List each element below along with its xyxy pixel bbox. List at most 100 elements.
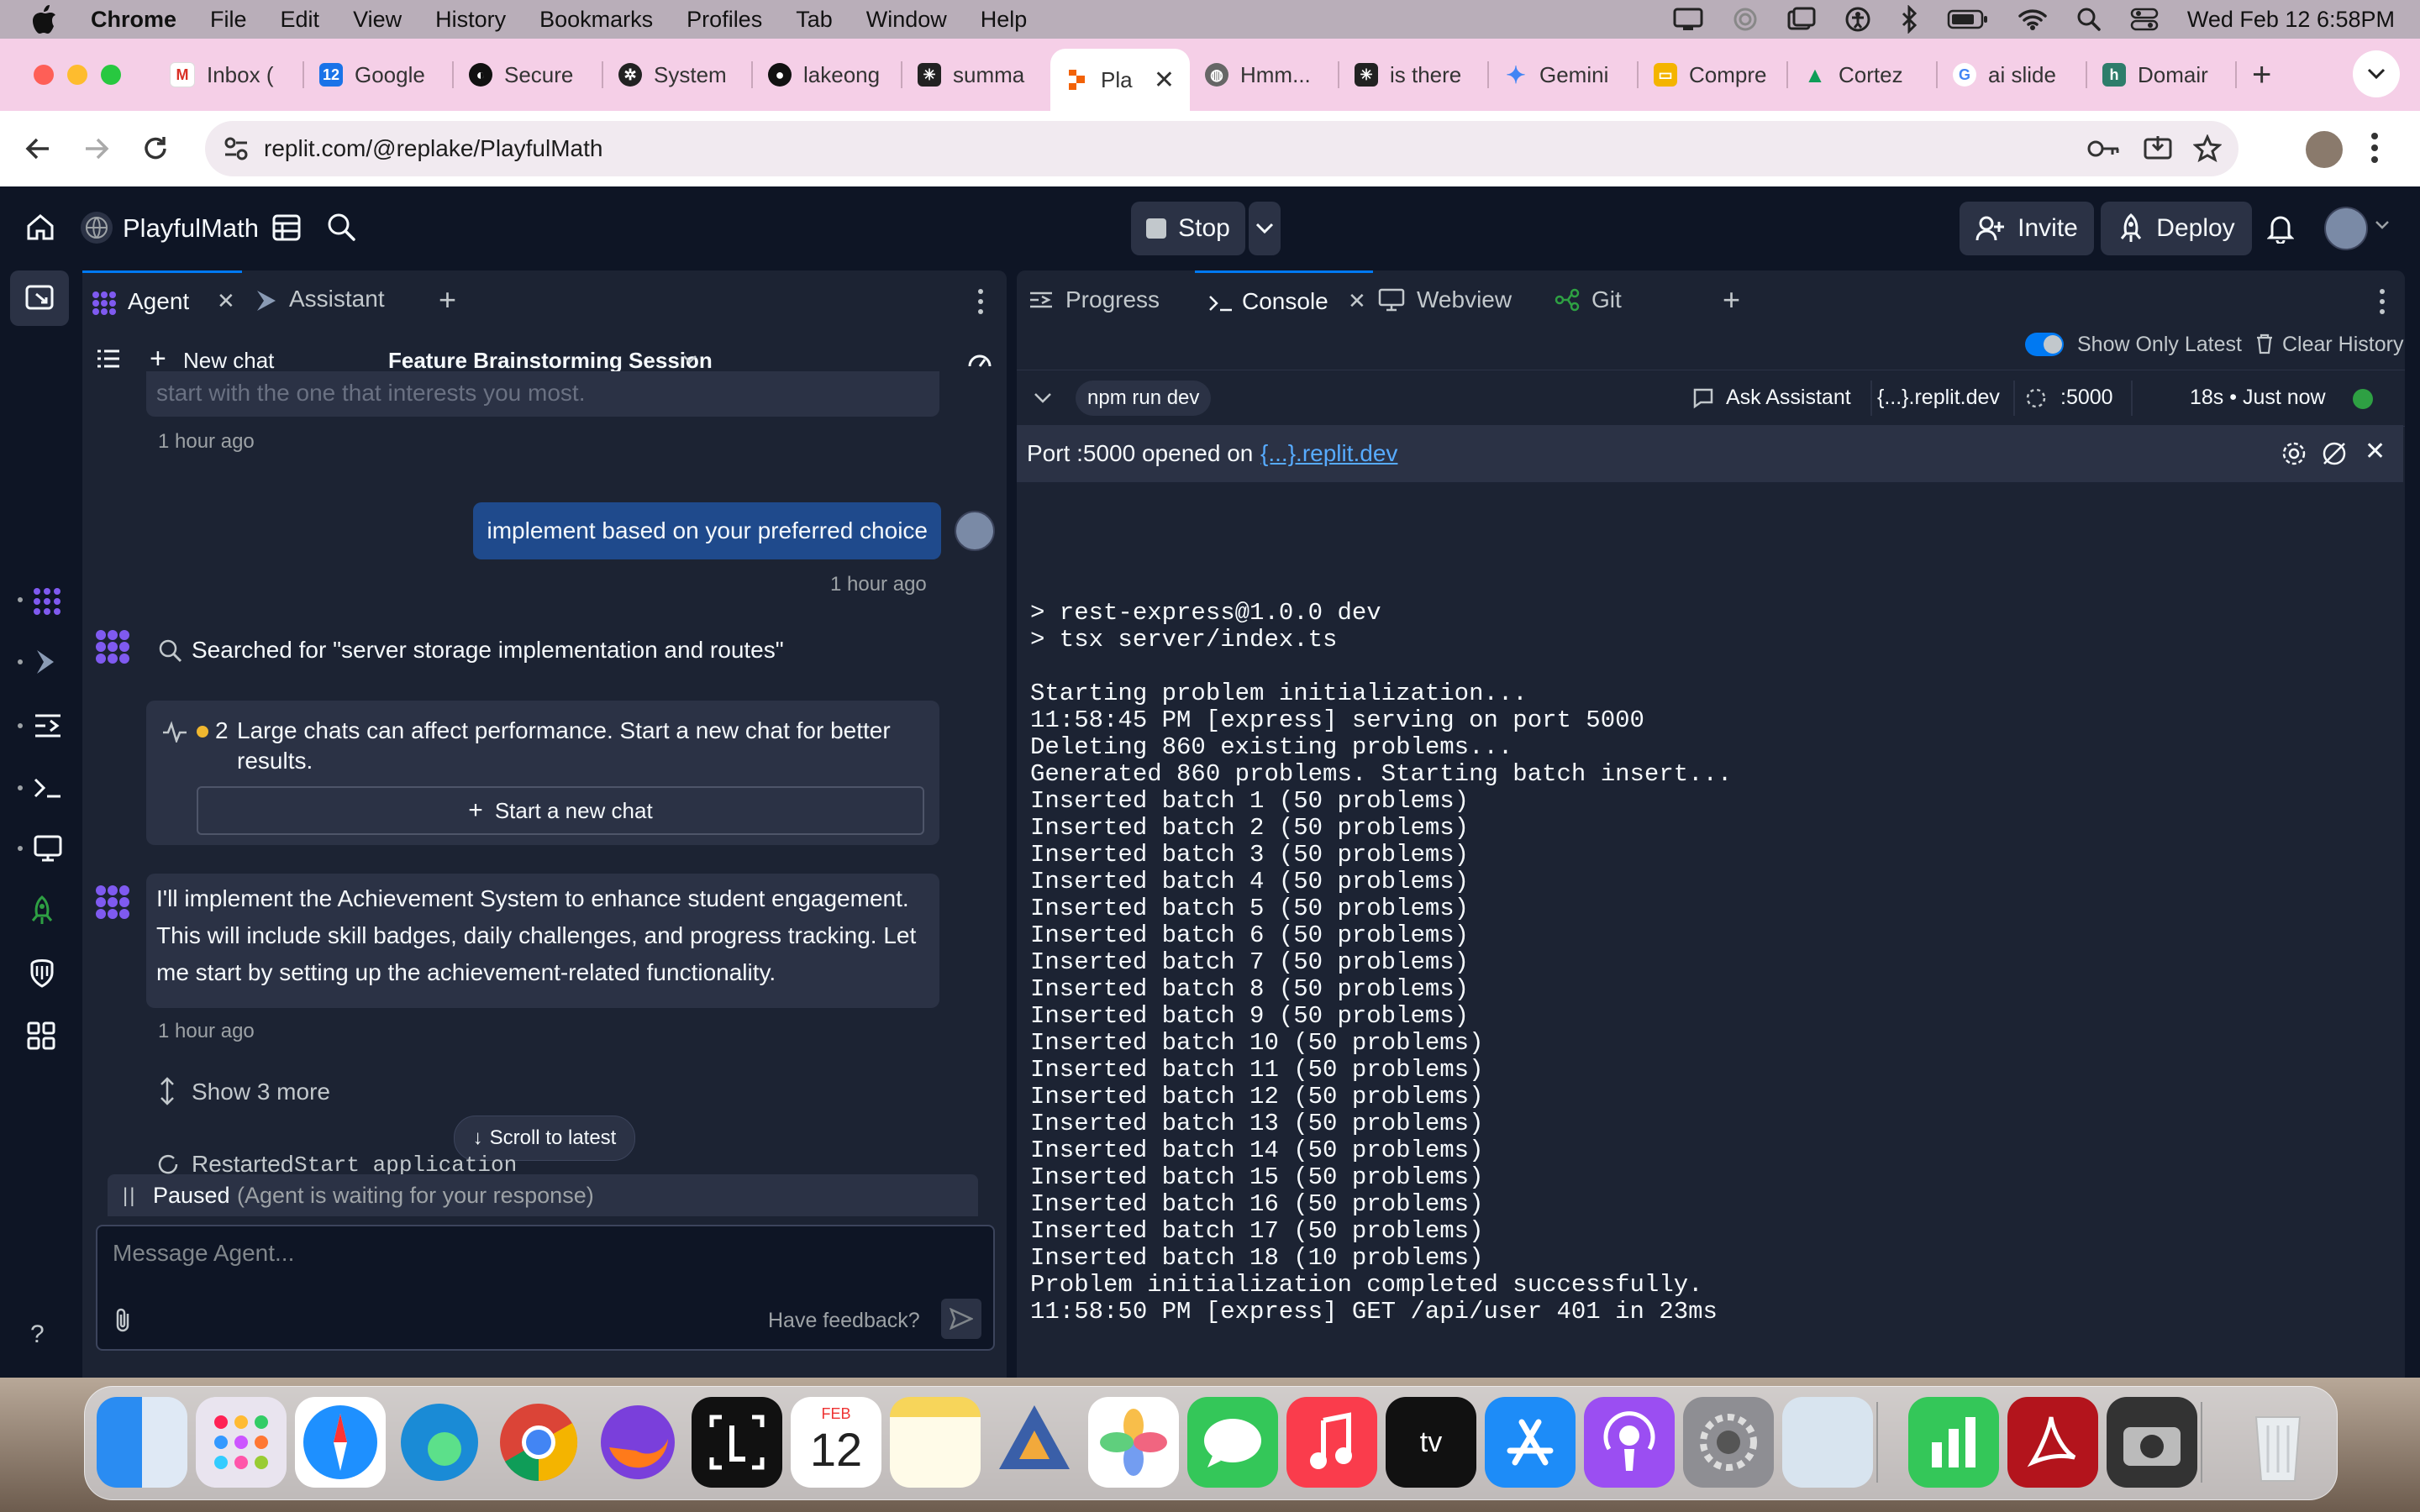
- screenshot-icon[interactable]: [2107, 1397, 2197, 1488]
- screen-mirroring-icon[interactable]: [1787, 7, 1816, 32]
- browser-tab[interactable]: ✦ Gemini: [1489, 50, 1637, 100]
- send-icon[interactable]: [941, 1299, 981, 1339]
- app-store-icon[interactable]: [1485, 1397, 1576, 1488]
- browser-tab[interactable]: ● lakeong: [753, 50, 901, 100]
- deploy-button[interactable]: Deploy: [2101, 202, 2252, 255]
- control-center-icon[interactable]: [2130, 7, 2159, 32]
- account-chevron-down-icon[interactable]: [2375, 220, 2390, 230]
- port-notice-link[interactable]: {...}.replit.dev: [1260, 440, 1397, 467]
- ask-assistant-icon[interactable]: [1692, 387, 1714, 409]
- progress-tool-icon[interactable]: [17, 709, 64, 743]
- add-tab-icon[interactable]: +: [1723, 282, 1740, 318]
- browser-tab[interactable]: ◍ Hmm...: [1190, 50, 1338, 100]
- trash-icon[interactable]: [2255, 333, 2274, 354]
- show-more-button[interactable]: Show 3 more: [192, 1079, 330, 1105]
- menu-bookmarks[interactable]: Bookmarks: [539, 7, 653, 33]
- menu-edit[interactable]: Edit: [281, 7, 320, 33]
- chrome-icon[interactable]: [493, 1397, 584, 1488]
- accessibility-icon[interactable]: [1844, 6, 1871, 33]
- music-icon[interactable]: [1286, 1397, 1377, 1488]
- reload-icon[interactable]: [141, 134, 170, 163]
- menu-file[interactable]: File: [210, 7, 247, 33]
- feedback-link[interactable]: Have feedback?: [768, 1309, 920, 1333]
- close-tab-icon[interactable]: ✕: [1154, 66, 1175, 95]
- show-only-latest-toggle[interactable]: [2025, 333, 2064, 356]
- safari-icon[interactable]: [295, 1397, 386, 1488]
- panel-menu-icon[interactable]: [2378, 287, 2386, 316]
- stop-button[interactable]: Stop: [1131, 202, 1245, 255]
- browser-tab[interactable]: ✲ System: [603, 50, 751, 100]
- project-name[interactable]: PlayfulMath: [123, 213, 259, 244]
- collapse-chevron-down-icon[interactable]: [1034, 392, 1052, 404]
- deployments-tool-icon[interactable]: [29, 895, 55, 926]
- notifications-bell-icon[interactable]: [2267, 213, 2294, 244]
- browser-tab[interactable]: ✳ summa: [902, 50, 1050, 100]
- console-tool-icon[interactable]: [17, 771, 64, 805]
- assistant-tool-icon[interactable]: [17, 645, 64, 679]
- panel-menu-icon[interactable]: [976, 287, 985, 316]
- close-tab-icon[interactable]: ✕: [217, 288, 235, 314]
- airdrop-icon[interactable]: [1732, 6, 1759, 33]
- browser-tab-active[interactable]: Pla ✕: [1050, 49, 1190, 111]
- menu-history[interactable]: History: [435, 7, 506, 33]
- browser-tab[interactable]: h Domair: [2087, 50, 2235, 100]
- browser-tab[interactable]: M Inbox (: [155, 50, 302, 100]
- password-key-icon[interactable]: [2087, 136, 2121, 161]
- acrobat-icon[interactable]: [2007, 1397, 2098, 1488]
- hide-notifications-icon[interactable]: [2321, 440, 2348, 467]
- browser-tab[interactable]: ▭ Compre: [1639, 50, 1786, 100]
- chrome-menu-icon[interactable]: [2370, 131, 2380, 165]
- help-icon[interactable]: ?: [30, 1320, 45, 1349]
- numbers-icon[interactable]: [1908, 1397, 1999, 1488]
- apple-menu-icon[interactable]: [30, 3, 59, 36]
- tab-progress[interactable]: Progress: [1028, 270, 1188, 329]
- user-avatar[interactable]: [2324, 207, 2368, 250]
- firefox-icon[interactable]: [592, 1397, 683, 1488]
- session-title[interactable]: Feature Brainstorming Session: [388, 348, 713, 374]
- tab-webview[interactable]: Webview: [1378, 270, 1546, 329]
- session-chevron-down-icon[interactable]: [682, 354, 697, 365]
- new-tab-icon[interactable]: +: [2252, 56, 2271, 94]
- usage-gauge-icon[interactable]: [966, 346, 993, 371]
- browser-tab[interactable]: G ai slide: [1938, 50, 2086, 100]
- tab-search-chevron-icon[interactable]: [2353, 50, 2400, 97]
- preview-icon[interactable]: [1782, 1397, 1873, 1488]
- search-icon[interactable]: [326, 212, 356, 242]
- bluetooth-icon[interactable]: [1900, 5, 1918, 34]
- tab-agent[interactable]: Agent ✕: [82, 270, 242, 332]
- search-step-text[interactable]: Searched for "server storage implementat…: [192, 637, 784, 664]
- apple-tv-icon[interactable]: tv: [1386, 1397, 1476, 1488]
- browser-tab[interactable]: ▲ Cortez: [1788, 50, 1936, 100]
- browser-tab[interactable]: ◐ Secure: [454, 50, 602, 100]
- notes-icon[interactable]: [890, 1397, 981, 1488]
- close-window-button[interactable]: [34, 65, 54, 85]
- add-tab-icon[interactable]: +: [439, 282, 456, 318]
- back-arrow-icon[interactable]: [24, 134, 52, 163]
- invite-button[interactable]: Invite: [1960, 202, 2094, 255]
- menu-profiles[interactable]: Profiles: [687, 7, 762, 33]
- port-label[interactable]: :5000: [2060, 386, 2113, 410]
- expand-vertical-icon[interactable]: [158, 1077, 176, 1105]
- menu-app-name[interactable]: Chrome: [91, 7, 176, 33]
- delta-app-icon[interactable]: [989, 1397, 1080, 1488]
- ask-assistant-button[interactable]: Ask Assistant: [1726, 386, 1851, 410]
- maximize-window-button[interactable]: [101, 65, 121, 85]
- toggle-sidebar-icon[interactable]: [10, 270, 69, 326]
- menu-window[interactable]: Window: [866, 7, 947, 33]
- address-bar[interactable]: replit.com/@replake/PlayfulMath: [205, 121, 2238, 176]
- all-tools-grid-icon[interactable]: [27, 1021, 55, 1050]
- install-app-icon[interactable]: [2143, 134, 2173, 163]
- podcasts-icon[interactable]: [1584, 1397, 1675, 1488]
- webview-tool-icon[interactable]: [17, 832, 64, 865]
- tab-git[interactable]: Git: [1555, 270, 1689, 329]
- edge-icon[interactable]: [394, 1397, 485, 1488]
- messages-icon[interactable]: [1187, 1397, 1278, 1488]
- agent-tool-icon[interactable]: [17, 583, 64, 617]
- run-command-pill[interactable]: npm run dev: [1076, 381, 1212, 416]
- chrome-profile-avatar[interactable]: [2304, 129, 2344, 170]
- bookmark-star-icon[interactable]: [2193, 134, 2222, 163]
- chat-history-list-icon[interactable]: [96, 348, 121, 370]
- database-tool-icon[interactable]: [27, 958, 57, 988]
- finder-icon[interactable]: [97, 1397, 187, 1488]
- photos-icon[interactable]: [1088, 1397, 1179, 1488]
